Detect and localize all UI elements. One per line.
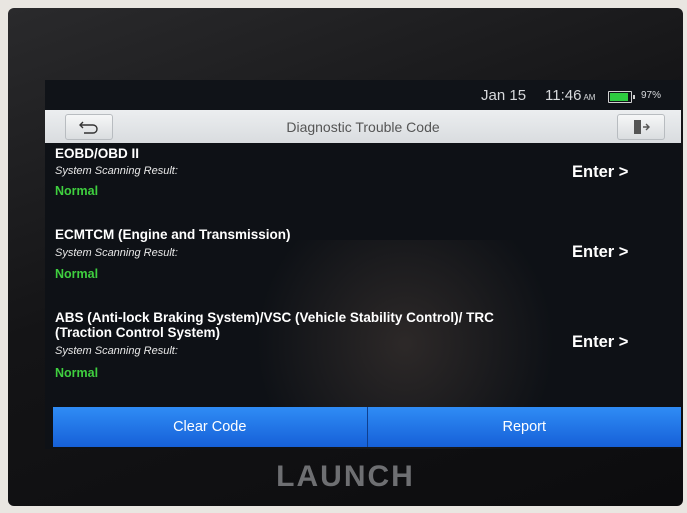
exit-button[interactable]: [617, 114, 665, 140]
item-title: EOBD/OBD II: [55, 146, 140, 161]
page-title: Diagnostic Trouble Code: [286, 119, 440, 135]
title-bar: Diagnostic Trouble Code: [45, 110, 681, 143]
bottom-action-bar: Clear Code Report: [53, 407, 681, 447]
status-date: Jan 15: [481, 87, 527, 104]
item-title: ABS (Anti-lock Braking System)/VSC (Vehi…: [55, 310, 494, 340]
screen: Jan 15 11:46 AM 97% Diagnostic Trouble Co…: [45, 80, 681, 449]
item-subtitle: System Scanning Result:: [55, 247, 178, 259]
clear-code-button[interactable]: Clear Code: [53, 407, 367, 447]
enter-button-ecmtcm[interactable]: Enter >: [572, 243, 628, 262]
item-subtitle: System Scanning Result:: [55, 165, 178, 177]
status-time: 11:46 AM: [545, 87, 595, 104]
item-subtitle: System Scanning Result:: [55, 345, 178, 357]
item-status: Normal: [55, 184, 99, 198]
battery-level: 97%: [641, 90, 662, 101]
launch-logo: LAUNCH: [276, 460, 415, 493]
exit-icon: [634, 120, 650, 134]
clock-time: 11:46: [545, 87, 582, 104]
clock-ampm: AM: [583, 93, 596, 102]
enter-button-eobd[interactable]: Enter >: [572, 163, 628, 182]
tablet-device: Jan 15 11:46 AM 97% Diagnostic Trouble Co…: [8, 8, 683, 506]
item-title: ECMTCM (Engine and Transmission): [55, 227, 291, 242]
report-button[interactable]: Report: [366, 407, 681, 447]
status-bar: Jan 15 11:46 AM 97%: [45, 80, 681, 110]
enter-button-abs[interactable]: Enter >: [572, 333, 628, 352]
item-status: Normal: [55, 366, 99, 380]
battery-icon: [608, 91, 635, 103]
item-status: Normal: [55, 267, 99, 281]
